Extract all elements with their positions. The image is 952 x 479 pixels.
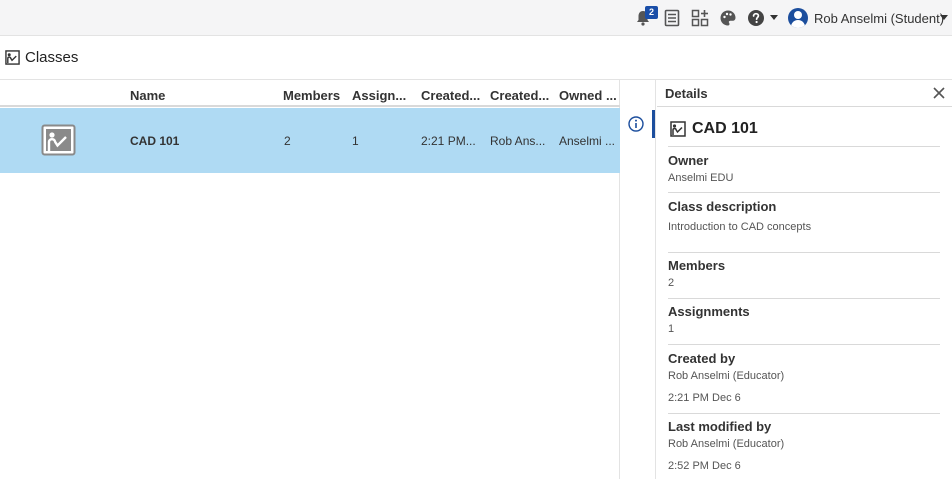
divider bbox=[668, 344, 940, 345]
user-menu[interactable]: Rob Anselmi (Student) bbox=[788, 8, 944, 28]
notification-count-badge: 2 bbox=[645, 6, 658, 19]
details-class-name: CAD 101 bbox=[692, 120, 758, 137]
column-header-name[interactable]: Name bbox=[130, 88, 196, 103]
column-header-created[interactable]: Created... bbox=[421, 88, 487, 103]
owner-label: Owner bbox=[668, 153, 709, 168]
last-modified-date-value: 2:52 PM Dec 6 bbox=[668, 460, 741, 472]
page-title: Classes bbox=[25, 49, 79, 66]
details-class-heading: CAD 101 bbox=[670, 120, 758, 138]
divider bbox=[668, 146, 940, 147]
divider bbox=[668, 192, 940, 193]
info-icon[interactable] bbox=[628, 116, 644, 132]
class-icon bbox=[5, 50, 20, 65]
top-bar: 2 Rob Anselmi (Student) bbox=[0, 0, 952, 36]
class-thumbnail-icon bbox=[41, 124, 76, 156]
info-active-indicator bbox=[652, 110, 655, 138]
column-header-members[interactable]: Members bbox=[283, 88, 349, 103]
details-header: Details bbox=[657, 80, 952, 107]
details-panel: Details CAD 101 Owner Anselmi EDU Class … bbox=[657, 80, 952, 479]
column-header-owned-by[interactable]: Owned ... bbox=[559, 88, 617, 103]
help-menu-caret-icon[interactable] bbox=[770, 15, 778, 20]
members-value: 2 bbox=[668, 277, 675, 289]
cell-owned-by: Anselmi ... bbox=[559, 134, 616, 148]
created-by-label: Created by bbox=[668, 351, 736, 366]
last-modified-by-value: Rob Anselmi (Educator) bbox=[668, 438, 785, 450]
divider bbox=[668, 298, 940, 299]
page-header: Classes bbox=[0, 37, 952, 80]
column-header-assignments[interactable]: Assign... bbox=[352, 88, 418, 103]
created-by-value: Rob Anselmi (Educator) bbox=[668, 370, 785, 382]
close-icon[interactable] bbox=[932, 86, 946, 100]
cell-created: 2:21 PM... bbox=[421, 134, 476, 148]
divider bbox=[668, 413, 940, 414]
info-rail bbox=[620, 80, 656, 479]
cell-assignments: 1 bbox=[352, 134, 359, 148]
column-header-created-by[interactable]: Created... bbox=[490, 88, 556, 103]
class-description-label: Class description bbox=[668, 199, 777, 214]
cell-created-by: Rob Ans... bbox=[490, 134, 546, 148]
user-name: Rob Anselmi (Student) bbox=[814, 10, 945, 26]
task-list-icon[interactable] bbox=[663, 9, 681, 27]
help-icon[interactable] bbox=[747, 9, 765, 27]
created-date-value: 2:21 PM Dec 6 bbox=[668, 392, 741, 404]
owner-value: Anselmi EDU bbox=[668, 172, 734, 184]
table-header: Name Members Assign... Created... Create… bbox=[0, 80, 620, 107]
members-label: Members bbox=[668, 258, 726, 273]
cell-members: 2 bbox=[284, 134, 291, 148]
assignments-value: 1 bbox=[668, 323, 675, 335]
palette-icon[interactable] bbox=[719, 9, 737, 27]
last-modified-by-label: Last modified by bbox=[668, 419, 772, 434]
app-grid-icon[interactable] bbox=[691, 9, 709, 27]
class-description-value: Introduction to CAD concepts bbox=[668, 221, 812, 233]
user-avatar-icon bbox=[788, 8, 808, 28]
assignments-label: Assignments bbox=[668, 304, 750, 319]
table-row[interactable]: CAD 101 2 1 2:21 PM... Rob Ans... Anselm… bbox=[0, 108, 620, 173]
class-icon bbox=[670, 121, 686, 137]
cell-name: CAD 101 bbox=[130, 134, 180, 148]
divider bbox=[668, 252, 940, 253]
details-title: Details bbox=[665, 86, 708, 101]
user-menu-caret-icon[interactable] bbox=[940, 15, 948, 20]
classes-table: Name Members Assign... Created... Create… bbox=[0, 80, 620, 479]
